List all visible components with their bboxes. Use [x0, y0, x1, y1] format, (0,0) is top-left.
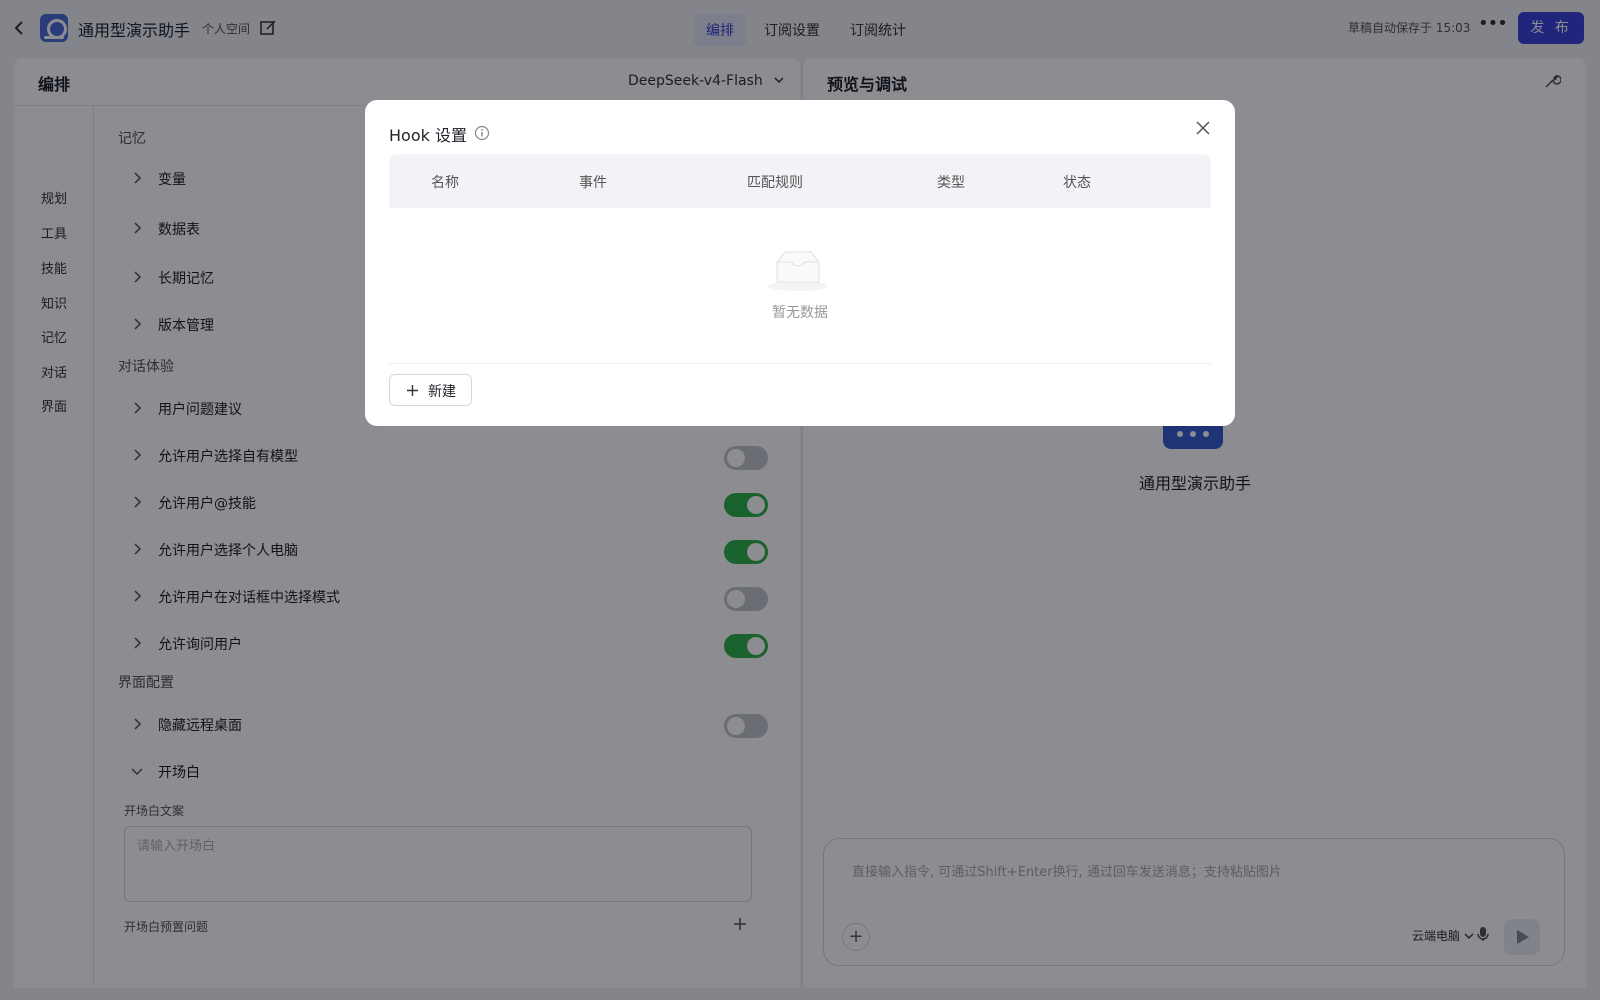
modal-title: Hook 设置	[389, 126, 467, 145]
info-icon[interactable]	[474, 125, 490, 141]
plus-icon	[407, 385, 418, 396]
new-hook-label: 新建	[428, 384, 456, 400]
empty-inbox-icon	[768, 251, 828, 291]
hook-settings-modal: Hook 设置 名称 事件 匹配规则 类型 状态 暂无数据 新建	[365, 100, 1235, 426]
new-hook-button[interactable]: 新建	[389, 374, 472, 406]
hook-table: 名称 事件 匹配规则 类型 状态 暂无数据	[389, 154, 1211, 364]
column-header-type: 类型	[937, 175, 965, 191]
close-icon[interactable]	[1195, 120, 1211, 136]
column-header-status: 状态	[1063, 175, 1091, 191]
column-header-event: 事件	[579, 175, 607, 191]
column-header-match-rule: 匹配规则	[747, 175, 803, 191]
column-header-name: 名称	[431, 175, 459, 191]
empty-state-text: 暂无数据	[772, 305, 828, 321]
table-header: 名称 事件 匹配规则 类型 状态	[389, 154, 1211, 208]
